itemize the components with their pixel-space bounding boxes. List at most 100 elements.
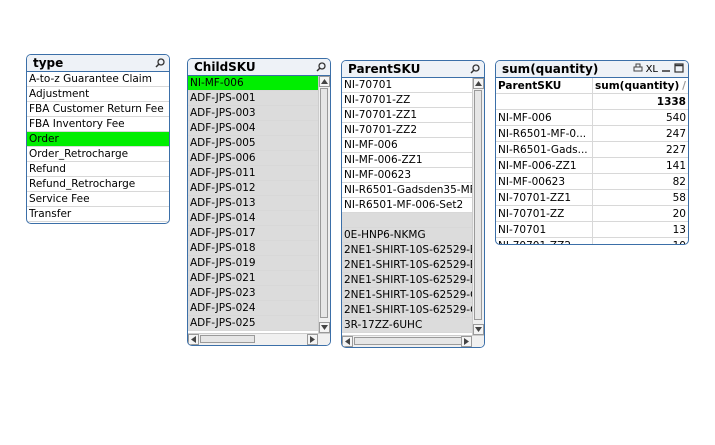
list-item[interactable]: 2NE1-SHIRT-10S-62529-BL [342,258,472,273]
list-item[interactable]: 3R-17ZZ-6UHC [342,318,472,333]
childsku-title: ChildSKU [194,60,256,74]
list-item[interactable]: Order [27,132,169,147]
parentsku-caption[interactable]: ParentSKU [342,61,484,78]
scroll-up-icon[interactable] [473,78,484,89]
list-item[interactable]: Service Fee [27,192,169,207]
parentsku-cell: NI-R6501-Gads... [496,141,593,158]
total-label-cell [496,93,593,110]
table-header-row: ParentSKU sum(quantity) / [496,78,688,94]
quantity-cell: 58 [592,189,688,206]
list-item[interactable]: ADF-JPS-005 [188,136,318,151]
list-item[interactable]: Transfer [27,207,169,222]
list-item[interactable]: NI-MF-006 [342,138,472,153]
column-header-sum-quantity[interactable]: sum(quantity) / [592,78,688,94]
scroll-thumb[interactable] [320,88,328,318]
list-item[interactable]: ADF-JPS-019 [188,256,318,271]
list-item[interactable]: ADF-JPS-014 [188,211,318,226]
list-item[interactable]: ADF-JPS-017 [188,226,318,241]
scroll-down-icon[interactable] [473,324,484,335]
list-item[interactable]: ADF-JPS-013 [188,196,318,211]
table-row[interactable]: NI-70701-ZZ1 58 [496,189,688,206]
table-row[interactable]: NI-MF-00623 82 [496,173,688,190]
list-item[interactable]: NI-70701-ZZ [342,93,472,108]
list-item[interactable]: ADF-JPS-023 [188,286,318,301]
list-item[interactable]: NI-MF-00623 [342,168,472,183]
quantity-cell: 247 [592,125,688,142]
send-to-excel-button[interactable]: XL [646,64,658,75]
list-item[interactable]: NI-R6501-Gadsden35-MF-006 [342,183,472,198]
list-item[interactable]: ADF-JPS-003 [188,106,318,121]
parentsku-cell: NI-MF-00623 [496,173,593,190]
quantity-cell: 141 [592,157,688,174]
type-caption[interactable]: type [27,55,169,72]
quantity-cell: 540 [592,109,688,126]
childsku-list: NI-MF-006 ADF-JPS-001 ADF-JPS-003 ADF-JPS-0… [188,76,318,333]
list-item[interactable]: ADF-JPS-025 [188,316,318,331]
list-item[interactable]: ADF-JPS-004 [188,121,318,136]
scroll-up-icon[interactable] [319,76,330,87]
scroll-left-icon[interactable] [342,336,353,347]
maximize-icon[interactable] [674,62,684,76]
table-row[interactable]: NI-70701-ZZ 20 [496,205,688,222]
scroll-right-icon[interactable] [307,334,318,345]
list-item[interactable]: ADF-JPS-021 [188,271,318,286]
scroll-thumb[interactable] [200,335,255,343]
list-item[interactable]: 2NE1-SHIRT-10S-62529-BL [342,243,472,258]
search-icon[interactable] [155,58,165,68]
list-item[interactable]: 2NE1-SHIRT-10S-62529-CH [342,303,472,318]
table-row[interactable]: NI-MF-006 540 [496,109,688,126]
sum-quantity-title: sum(quantity) [502,62,599,76]
parentsku-cell: NI-70701-ZZ1 [496,189,593,206]
childsku-caption[interactable]: ChildSKU [188,59,330,76]
list-item[interactable]: ADF-JPS-001 [188,91,318,106]
list-item[interactable] [342,213,472,228]
table-row[interactable]: NI-70701 13 [496,221,688,238]
table-row[interactable]: NI-R6501-MF-0... 247 [496,125,688,142]
list-item[interactable]: NI-70701-ZZ2 [342,123,472,138]
scroll-thumb[interactable] [474,90,482,320]
childsku-horizontal-scrollbar[interactable] [188,333,330,345]
list-item[interactable]: Adjustment [27,87,169,102]
list-item[interactable]: A-to-z Guarantee Claim [27,72,169,87]
list-item[interactable]: NI-70701 [342,78,472,93]
childsku-vertical-scrollbar[interactable] [318,76,330,333]
quantity-cell: 82 [592,173,688,190]
column-header-parentsku[interactable]: ParentSKU [496,78,593,94]
table-row[interactable]: NI-MF-006-ZZ1 141 [496,157,688,174]
search-icon[interactable] [470,64,480,74]
list-item[interactable]: NI-70701-ZZ1 [342,108,472,123]
type-listbox: type A-to-z Guarantee Claim Adjustment FBA… [26,54,170,224]
search-icon[interactable] [316,62,326,72]
scroll-right-icon[interactable] [461,336,472,347]
sum-quantity-caption[interactable]: sum(quantity) XL [496,61,688,78]
list-item[interactable]: ADF-JPS-011 [188,166,318,181]
list-item[interactable]: 0E-HNP6-NKMG [342,228,472,243]
list-item[interactable]: 2NE1-SHIRT-10S-62529-CH [342,288,472,303]
scroll-thumb[interactable] [354,337,464,345]
quantity-cell: 10 [592,237,688,244]
parentsku-horizontal-scrollbar[interactable] [342,335,484,347]
list-item[interactable]: ADF-JPS-006 [188,151,318,166]
table-row[interactable]: NI-R6501-Gads... 227 [496,141,688,158]
list-item[interactable]: 2NE1-SHIRT-10S-62529-BL [342,273,472,288]
table-row[interactable]: NI-70701-ZZ210 [496,237,688,244]
parentsku-vertical-scrollbar[interactable] [472,78,484,335]
list-item[interactable]: Refund [27,162,169,177]
list-item[interactable]: NI-MF-006-ZZ1 [342,153,472,168]
minimize-icon[interactable] [661,62,671,76]
sort-icon[interactable]: / [682,80,686,92]
parentsku-cell: NI-MF-006-ZZ1 [496,157,593,174]
list-item[interactable]: NI-R6501-MF-006-Set2 [342,198,472,213]
print-icon[interactable] [633,62,643,76]
list-item[interactable]: Order_Retrocharge [27,147,169,162]
list-item[interactable]: Refund_Retrocharge [27,177,169,192]
list-item[interactable]: ADF-JPS-018 [188,241,318,256]
scroll-down-icon[interactable] [319,322,330,333]
childsku-listbox: ChildSKU NI-MF-006 ADF-JPS-001 ADF-JPS-003… [187,58,331,346]
list-item[interactable]: ADF-JPS-012 [188,181,318,196]
list-item[interactable]: FBA Inventory Fee [27,117,169,132]
list-item[interactable]: ADF-JPS-024 [188,301,318,316]
list-item[interactable]: FBA Customer Return Fee [27,102,169,117]
list-item[interactable]: NI-MF-006 [188,76,318,91]
scroll-left-icon[interactable] [188,334,199,345]
